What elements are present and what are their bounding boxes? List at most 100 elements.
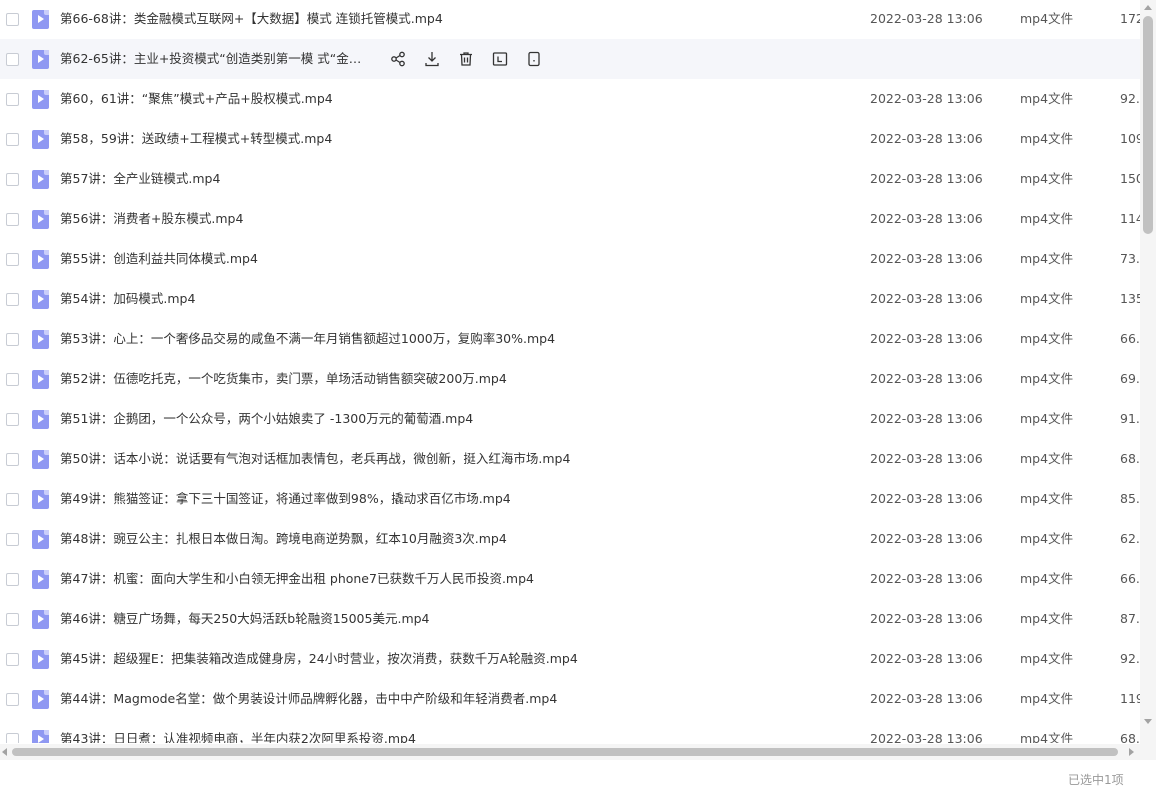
row-checkbox[interactable] (6, 493, 19, 506)
row-checkbox[interactable] (6, 573, 19, 586)
file-name[interactable]: 第46讲：糖豆广场舞，每天250大妈活跃b轮融资15005美元.mp4 (60, 599, 430, 639)
rename-icon[interactable] (490, 49, 510, 69)
row-checkbox[interactable] (6, 333, 19, 346)
video-file-icon (32, 730, 49, 743)
vertical-scroll-thumb[interactable] (1143, 16, 1153, 234)
file-name[interactable]: 第51讲：企鹅团，一个公众号，两个小姑娘卖了 -1300万元的葡萄酒.mp4 (60, 399, 473, 439)
horizontal-scroll-thumb[interactable] (12, 748, 1118, 756)
row-checkbox[interactable] (6, 453, 19, 466)
video-file-icon (32, 90, 49, 109)
file-row[interactable]: 第48讲：豌豆公主：扎根日本做日淘。跨境电商逆势飘，红本10月融资3次.mp4 2… (0, 519, 1140, 559)
file-date: 2022-03-28 13:06 (870, 251, 983, 266)
file-row[interactable]: 第53讲：心上：一个奢侈品交易的咸鱼不满一年月销售额超过1000万，复购率30%… (0, 319, 1140, 359)
file-row[interactable]: 第45讲：超级猩E：把集装箱改造成健身房，24小时营业，按次消费，获数千万A轮融… (0, 639, 1140, 679)
row-checkbox[interactable] (6, 653, 19, 666)
file-size: 69. (1120, 371, 1140, 386)
file-type: mp4文件 (1020, 91, 1074, 106)
file-name[interactable]: 第57讲：全产业链模式.mp4 (60, 159, 220, 199)
file-type: mp4文件 (1020, 211, 1074, 226)
file-row[interactable]: 第50讲：话本小说：说话要有气泡对话框加表情包，老兵再战，微创新，挺入红海市场.… (0, 439, 1140, 479)
file-type: mp4文件 (1020, 331, 1074, 346)
file-row[interactable]: 第57讲：全产业链模式.mp4 2022-03-28 13:06 mp4文件 150 (0, 159, 1140, 199)
row-checkbox[interactable] (6, 253, 19, 266)
file-name[interactable]: 第43讲：日日煮：认准视频电商，半年内获2次阿里系投资.mp4 (60, 719, 416, 743)
more-icon[interactable] (524, 49, 544, 69)
row-checkbox[interactable] (6, 693, 19, 706)
file-row[interactable]: 第62-65讲：主业+投资模式“创造类别第一模 式“金融... (0, 39, 1140, 79)
file-row[interactable]: 第51讲：企鹅团，一个公众号，两个小姑娘卖了 -1300万元的葡萄酒.mp4 20… (0, 399, 1140, 439)
file-name[interactable]: 第45讲：超级猩E：把集装箱改造成健身房，24小时营业，按次消费，获数千万A轮融… (60, 639, 578, 679)
file-size: 66. (1120, 571, 1140, 586)
file-row[interactable]: 第46讲：糖豆广场舞，每天250大妈活跃b轮融资15005美元.mp4 2022-… (0, 599, 1140, 639)
file-size: 135 (1120, 291, 1140, 306)
row-checkbox[interactable] (6, 733, 19, 743)
file-row[interactable]: 第54讲：加码模式.mp4 2022-03-28 13:06 mp4文件 135 (0, 279, 1140, 319)
scroll-left-arrow-icon[interactable] (2, 748, 7, 756)
file-date: 2022-03-28 13:06 (870, 371, 983, 386)
file-size: 92. (1120, 651, 1140, 666)
row-checkbox[interactable] (6, 93, 19, 106)
file-type: mp4文件 (1020, 491, 1074, 506)
file-name[interactable]: 第49讲：熊猫签证：拿下三十国签证，将通过率做到98%，撬动求百亿市场.mp4 (60, 479, 511, 519)
file-name[interactable]: 第60，61讲：“聚焦”模式+产品+股权模式.mp4 (60, 79, 333, 119)
file-row[interactable]: 第58，59讲：送政绩+工程模式+转型模式.mp4 2022-03-28 13:0… (0, 119, 1140, 159)
video-file-icon (32, 690, 49, 709)
delete-icon[interactable] (456, 49, 476, 69)
file-name[interactable]: 第62-65讲：主业+投资模式“创造类别第一模 式“金融... (60, 39, 370, 79)
file-row[interactable]: 第55讲：创造利益共同体模式.mp4 2022-03-28 13:06 mp4文件 7… (0, 239, 1140, 279)
row-checkbox[interactable] (6, 13, 19, 26)
scroll-up-arrow-icon[interactable] (1144, 5, 1152, 10)
file-name[interactable]: 第58，59讲：送政绩+工程模式+转型模式.mp4 (60, 119, 332, 159)
file-row[interactable]: 第52讲：伍德吃托克，一个吃货集市，卖门票，单场活动销售额突破200万.mp4 2… (0, 359, 1140, 399)
file-size: 87. (1120, 611, 1140, 626)
file-size: 73. (1120, 251, 1140, 266)
file-date: 2022-03-28 13:06 (870, 691, 983, 706)
row-checkbox[interactable] (6, 373, 19, 386)
file-name[interactable]: 第53讲：心上：一个奢侈品交易的咸鱼不满一年月销售额超过1000万，复购率30%… (60, 319, 555, 359)
file-type: mp4文件 (1020, 171, 1074, 186)
row-checkbox[interactable] (6, 293, 19, 306)
file-row[interactable]: 第60，61讲：“聚焦”模式+产品+股权模式.mp4 2022-03-28 13:… (0, 79, 1140, 119)
file-size: 114 (1120, 211, 1140, 226)
row-checkbox[interactable] (6, 413, 19, 426)
file-name[interactable]: 第55讲：创造利益共同体模式.mp4 (60, 239, 258, 279)
video-file-icon (32, 370, 49, 389)
row-checkbox[interactable] (6, 133, 19, 146)
file-name[interactable]: 第50讲：话本小说：说话要有气泡对话框加表情包，老兵再战，微创新，挺入红海市场.… (60, 439, 570, 479)
file-type: mp4文件 (1020, 371, 1074, 386)
file-name[interactable]: 第54讲：加码模式.mp4 (60, 279, 195, 319)
file-date: 2022-03-28 13:06 (870, 451, 983, 466)
row-checkbox[interactable] (6, 213, 19, 226)
file-row[interactable]: 第49讲：熊猫签证：拿下三十国签证，将通过率做到98%，撬动求百亿市场.mp4 2… (0, 479, 1140, 519)
file-name[interactable]: 第66-68讲：类金融模式互联网+【大数据】模式 连锁托管模式.mp4 (60, 0, 443, 39)
video-file-icon (32, 450, 49, 469)
video-file-icon (32, 290, 49, 309)
row-checkbox[interactable] (6, 533, 19, 546)
row-checkbox[interactable] (6, 53, 19, 66)
share-icon[interactable] (388, 49, 408, 69)
video-file-icon (32, 330, 49, 349)
file-size: 68. (1120, 451, 1140, 466)
download-icon[interactable] (422, 49, 442, 69)
file-row[interactable]: 第43讲：日日煮：认准视频电商，半年内获2次阿里系投资.mp4 2022-03-2… (0, 719, 1140, 743)
video-file-icon (32, 610, 49, 629)
file-row[interactable]: 第56讲：消费者+股东模式.mp4 2022-03-28 13:06 mp4文件 11… (0, 199, 1140, 239)
file-size: 91. (1120, 411, 1140, 426)
row-checkbox[interactable] (6, 613, 19, 626)
video-file-icon (32, 130, 49, 149)
file-name[interactable]: 第48讲：豌豆公主：扎根日本做日淘。跨境电商逆势飘，红本10月融资3次.mp4 (60, 519, 507, 559)
horizontal-scrollbar[interactable] (0, 744, 1140, 760)
scroll-right-arrow-icon[interactable] (1129, 748, 1134, 756)
file-type: mp4文件 (1020, 411, 1074, 426)
file-type: mp4文件 (1020, 611, 1074, 626)
file-name[interactable]: 第52讲：伍德吃托克，一个吃货集市，卖门票，单场活动销售额突破200万.mp4 (60, 359, 507, 399)
scroll-down-arrow-icon[interactable] (1144, 719, 1152, 724)
vertical-scrollbar[interactable] (1140, 0, 1156, 744)
file-name[interactable]: 第47讲：机蜜：面向大学生和小白领无押金出租 phone7已获数千万人民币投资.… (60, 559, 534, 599)
file-name[interactable]: 第56讲：消费者+股东模式.mp4 (60, 199, 243, 239)
file-row[interactable]: 第47讲：机蜜：面向大学生和小白领无押金出租 phone7已获数千万人民币投资.… (0, 559, 1140, 599)
file-row[interactable]: 第66-68讲：类金融模式互联网+【大数据】模式 连锁托管模式.mp4 2022-… (0, 0, 1140, 39)
row-checkbox[interactable] (6, 173, 19, 186)
file-name[interactable]: 第44讲：Magmode名堂：做个男装设计师品牌孵化器，击中中产阶级和年轻消费者… (60, 679, 557, 719)
file-row[interactable]: 第44讲：Magmode名堂：做个男装设计师品牌孵化器，击中中产阶级和年轻消费者… (0, 679, 1140, 719)
